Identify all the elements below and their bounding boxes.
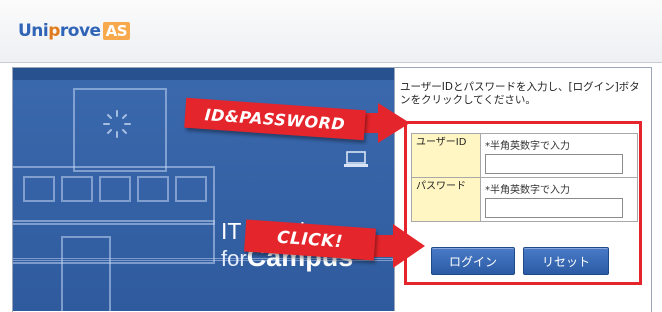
building-window [23,176,55,202]
building-entrance [61,236,111,311]
building-window [137,176,169,202]
password-label: パスワード [411,177,481,222]
password-hint: *半角英数字で入力 [485,185,570,196]
clock-icon [103,110,131,138]
password-input[interactable] [485,198,623,218]
user-id-cell: *半角英数字で入力 [480,133,638,178]
user-id-label: ユーザーID [411,133,481,178]
building-window [99,176,131,202]
hero-top-stripe [13,68,394,80]
app-header: Uniprove AS [0,0,662,63]
laptop-icon [344,151,368,167]
login-button[interactable]: ログイン [431,247,515,275]
logo-badge: AS [102,22,131,40]
user-id-hint: *半角英数字で入力 [485,141,570,152]
building-window [175,176,207,202]
uniprove-logo[interactable]: Uniprove AS [18,21,131,41]
reset-button[interactable]: リセット [523,247,609,275]
building-window [61,176,93,202]
user-id-input[interactable] [485,154,623,174]
password-cell: *半角英数字で入力 [480,177,638,222]
password-row: パスワード *半角英数字で入力 [411,177,638,222]
user-id-row: ユーザーID *半角英数字で入力 [411,133,638,178]
login-instructions: ユーザーIDとパスワードを入力し、[ログイン]ボタンをクリックしてください。 [400,81,640,106]
logo-wordmark: Uniprove [18,21,101,41]
login-form: ユーザーID *半角英数字で入力 パスワード *半角英数字で入力 [411,133,638,222]
hero-for: for [221,246,247,271]
